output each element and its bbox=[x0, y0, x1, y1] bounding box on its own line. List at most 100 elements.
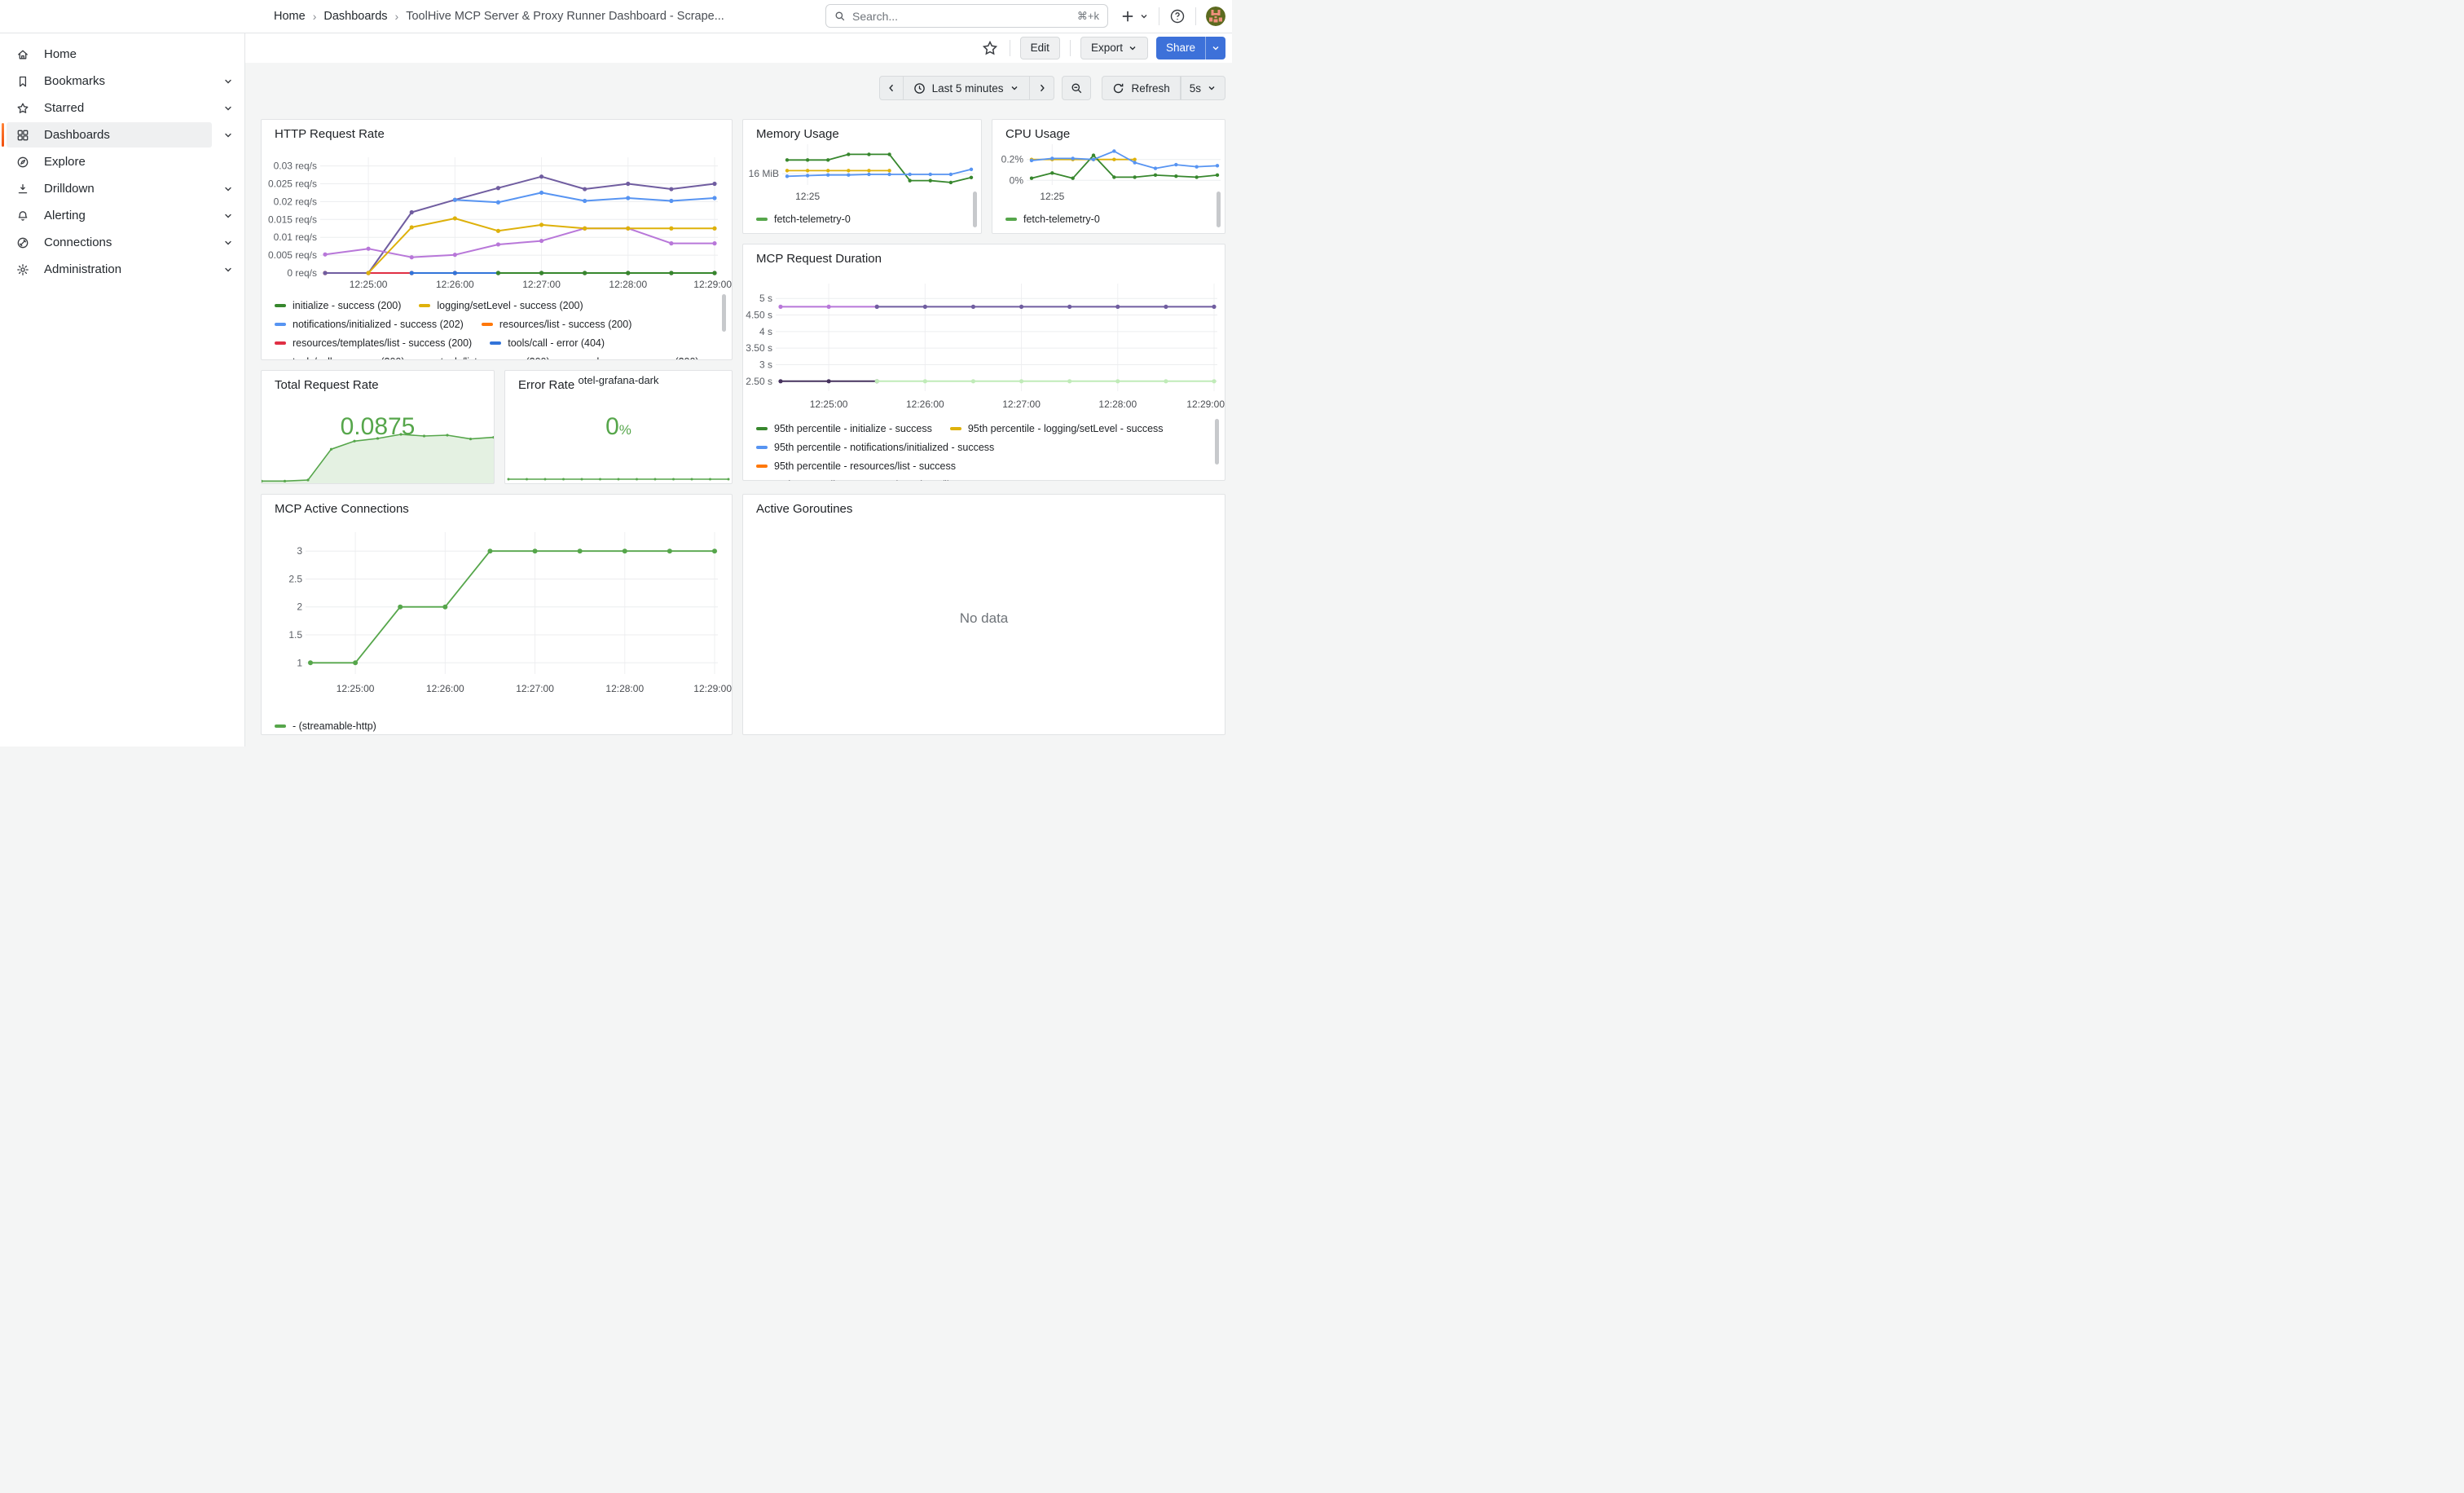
svg-text:0.02 req/s: 0.02 req/s bbox=[274, 196, 317, 207]
legend-item[interactable]: 95th percentile - resources/list - succe… bbox=[756, 460, 956, 472]
time-back-button[interactable] bbox=[879, 76, 904, 100]
memory-usage-chart[interactable]: 16 MiB12:25 bbox=[743, 139, 983, 214]
legend-item[interactable]: - (streamable-http) bbox=[275, 720, 376, 732]
panel-cpu-usage: CPU Usage 0.2%0%12:25 fetch-telemetry-0 bbox=[992, 119, 1225, 234]
sidebar-item-drilldown[interactable]: Drilldown bbox=[0, 175, 244, 202]
stat-value: 0% bbox=[505, 413, 732, 441]
sidebar-item-label: Starred bbox=[44, 101, 84, 115]
legend-series-color bbox=[490, 341, 501, 345]
mcp-request-duration-chart[interactable]: 5 s4.50 s4 s3.50 s3 s2.50 s12:25:0012:26… bbox=[743, 269, 1226, 419]
legend-item[interactable]: tools/list - success (200) bbox=[423, 356, 550, 360]
legend-item[interactable]: unknown - success (200) bbox=[568, 356, 699, 360]
legend-series-color bbox=[950, 427, 961, 430]
add-button[interactable] bbox=[1120, 9, 1149, 24]
sidebar-item-explore[interactable]: Explore bbox=[0, 148, 244, 175]
legend-item[interactable]: logging/setLevel - success (200) bbox=[419, 300, 583, 311]
chevron-down-icon[interactable] bbox=[223, 238, 233, 248]
panel-error-rate: Error Rate otel-grafana-dark 0% bbox=[504, 370, 733, 484]
zoom-out-button[interactable] bbox=[1062, 76, 1091, 100]
http-request-rate-chart[interactable]: 0 req/s0.005 req/s0.01 req/s0.015 req/s0… bbox=[262, 144, 733, 296]
chevron-down-icon[interactable] bbox=[223, 77, 233, 86]
chevron-down-icon[interactable] bbox=[223, 265, 233, 275]
panel-title[interactable]: MCP Active Connections bbox=[275, 502, 409, 516]
sidebar-item-starred[interactable]: Starred bbox=[0, 95, 244, 121]
legend-item[interactable]: 95th percentile - notifications/initiali… bbox=[756, 442, 994, 453]
sidebar-item-dashboards[interactable]: Dashboards bbox=[0, 121, 244, 148]
svg-text:12:29:00: 12:29:00 bbox=[693, 279, 732, 290]
bell-icon bbox=[16, 209, 29, 222]
refresh-button[interactable]: Refresh bbox=[1102, 76, 1180, 100]
star-icon bbox=[16, 102, 29, 115]
panel-title[interactable]: Total Request Rate bbox=[275, 378, 379, 392]
legend-item[interactable]: fetch-telemetry-0 bbox=[756, 214, 851, 225]
breadcrumb: Home›Dashboards›ToolHive MCP Server & Pr… bbox=[274, 0, 724, 33]
sidebar-item-administration[interactable]: Administration bbox=[0, 256, 244, 283]
legend-item[interactable]: tools/call - error (404) bbox=[490, 337, 605, 349]
favorite-star-icon[interactable] bbox=[982, 40, 998, 56]
legend-item[interactable]: notifications/initialized - success (202… bbox=[275, 319, 464, 330]
panel-title[interactable]: HTTP Request Rate bbox=[275, 127, 385, 141]
sidebar-item-home[interactable]: Home bbox=[0, 41, 244, 68]
legend-series-label: fetch-telemetry-0 bbox=[1023, 214, 1100, 225]
user-avatar[interactable] bbox=[1206, 7, 1225, 26]
legend-item[interactable]: resources/list - success (200) bbox=[482, 319, 632, 330]
legend-scrollbar[interactable] bbox=[722, 294, 726, 332]
svg-text:12:29:00: 12:29:00 bbox=[1186, 399, 1225, 410]
legend-series-color bbox=[1005, 218, 1017, 221]
svg-text:1: 1 bbox=[297, 657, 302, 668]
edit-button[interactable]: Edit bbox=[1020, 37, 1060, 59]
svg-text:4 s: 4 s bbox=[759, 326, 772, 337]
topbar-actions bbox=[1120, 0, 1225, 33]
sidebar-item-bookmarks[interactable]: Bookmarks bbox=[0, 68, 244, 95]
legend-item[interactable]: resources/templates/list - success (200) bbox=[275, 337, 472, 349]
time-forward-button[interactable] bbox=[1030, 76, 1054, 100]
search-input[interactable]: Search... ⌘+k bbox=[825, 4, 1108, 28]
breadcrumb-separator: › bbox=[313, 10, 317, 23]
chevron-down-icon[interactable] bbox=[223, 103, 233, 113]
svg-text:12:25:00: 12:25:00 bbox=[337, 683, 375, 694]
panel-title[interactable]: Active Goroutines bbox=[756, 502, 852, 516]
panel-title[interactable]: MCP Request Duration bbox=[756, 252, 882, 266]
sidebar-item-label: Dashboards bbox=[44, 128, 110, 142]
help-button[interactable] bbox=[1169, 8, 1186, 24]
legend-item[interactable]: 95th percentile - initialize - success bbox=[756, 423, 932, 434]
dashboards-icon bbox=[16, 129, 29, 142]
clock-icon bbox=[913, 82, 926, 95]
legend-scrollbar[interactable] bbox=[973, 192, 977, 227]
chevron-down-icon[interactable] bbox=[223, 130, 233, 140]
svg-text:0%: 0% bbox=[1010, 174, 1024, 186]
svg-text:12:25: 12:25 bbox=[795, 191, 820, 202]
legend-item[interactable]: initialize - success (200) bbox=[275, 300, 401, 311]
svg-text:12:26:00: 12:26:00 bbox=[426, 683, 464, 694]
svg-text:12:26:00: 12:26:00 bbox=[436, 279, 474, 290]
sidebar-item-alerting[interactable]: Alerting bbox=[0, 202, 244, 229]
sidebar-item-connections[interactable]: Connections bbox=[0, 229, 244, 256]
legend-item[interactable]: 95th percentile - resources/templates/li… bbox=[756, 479, 1003, 482]
chevron-down-icon[interactable] bbox=[223, 211, 233, 221]
svg-text:12:25:00: 12:25:00 bbox=[350, 279, 388, 290]
legend-series-color bbox=[756, 218, 768, 221]
svg-text:0.025 req/s: 0.025 req/s bbox=[268, 178, 317, 189]
export-button[interactable]: Export bbox=[1080, 37, 1148, 59]
breadcrumb-item[interactable]: Home bbox=[274, 10, 306, 23]
svg-text:3 s: 3 s bbox=[759, 359, 772, 370]
legend-item[interactable]: 95th percentile - logging/setLevel - suc… bbox=[950, 423, 1164, 434]
mcp-active-connections-chart[interactable]: 32.521.5112:25:0012:26:0012:27:0012:28:0… bbox=[262, 522, 733, 715]
chevron-down-icon bbox=[1139, 11, 1149, 21]
legend-item[interactable]: tools/call - success (200) bbox=[275, 356, 405, 360]
cpu-usage-chart[interactable]: 0.2%0%12:25 bbox=[992, 139, 1226, 214]
legend-scrollbar[interactable] bbox=[1215, 419, 1219, 465]
share-dropdown-button[interactable] bbox=[1205, 37, 1225, 59]
svg-text:0.005 req/s: 0.005 req/s bbox=[268, 249, 317, 261]
legend-scrollbar[interactable] bbox=[1217, 192, 1221, 227]
svg-text:12:29:00: 12:29:00 bbox=[693, 683, 732, 694]
sidebar-nav: HomeBookmarks Starred Dashboards ExploreDri… bbox=[0, 41, 244, 283]
breadcrumb-item[interactable]: Dashboards bbox=[323, 10, 387, 23]
refresh-interval-picker[interactable]: 5s bbox=[1181, 76, 1225, 100]
chevron-down-icon[interactable] bbox=[223, 184, 233, 194]
svg-text:0.03 req/s: 0.03 req/s bbox=[274, 161, 317, 172]
help-icon bbox=[1169, 8, 1186, 24]
share-button[interactable]: Share bbox=[1156, 37, 1205, 59]
legend-item[interactable]: fetch-telemetry-0 bbox=[1005, 214, 1100, 225]
time-range-picker[interactable]: Last 5 minutes bbox=[904, 76, 1031, 100]
